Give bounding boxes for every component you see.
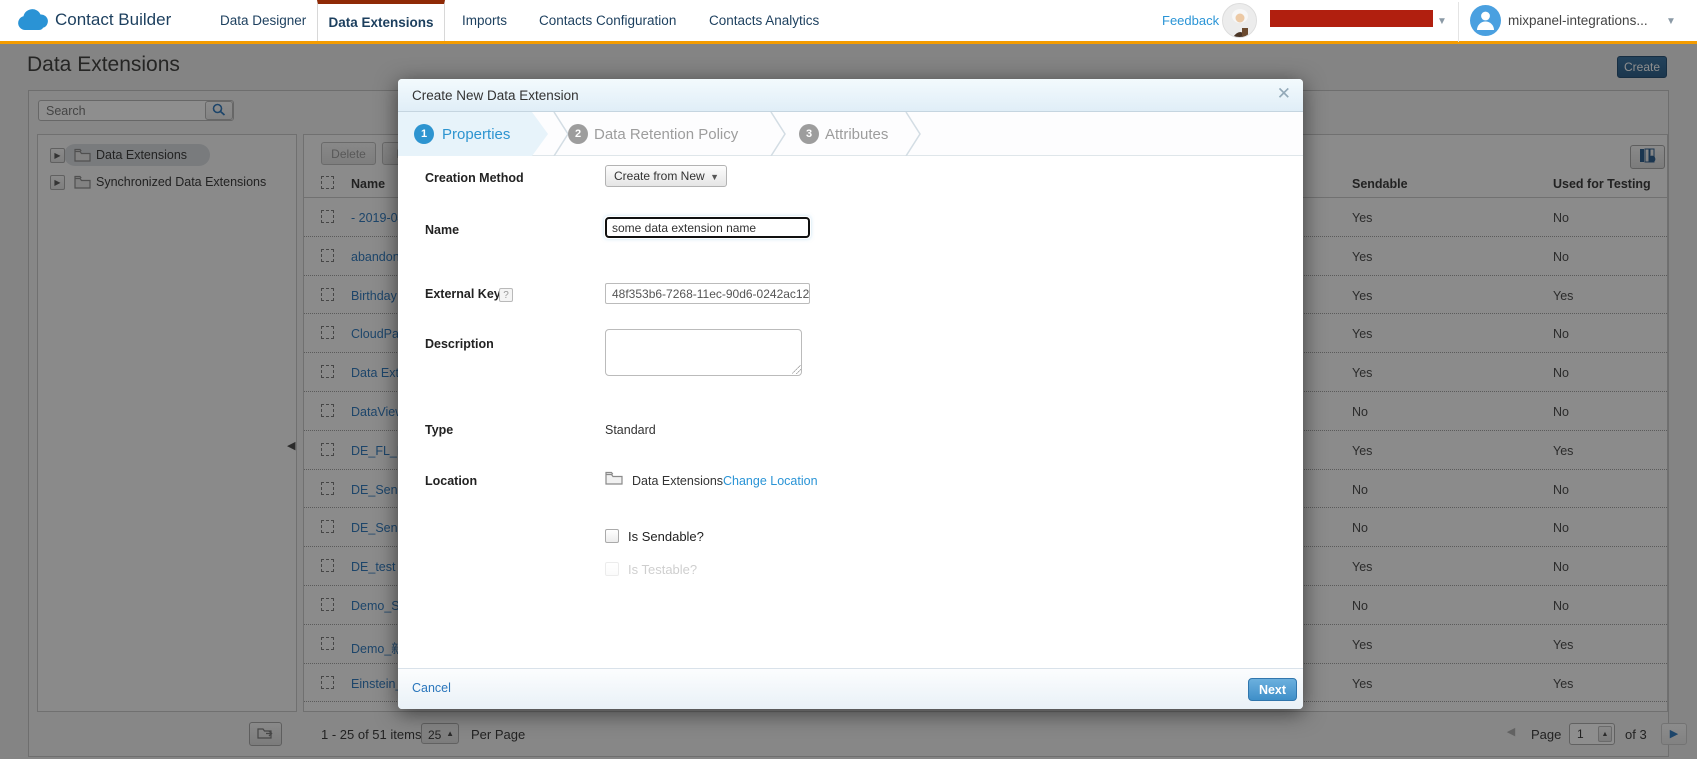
screen: Data Extensions Create ▶ Data Extensions… [0,0,1697,759]
folder-icon [605,471,623,490]
modal-title: Create New Data Extension [412,79,579,112]
app-title: Contact Builder [55,10,171,30]
next-button[interactable]: Next [1248,678,1297,701]
is-testable-label: Is Testable? [628,562,697,577]
is-testable-checkbox [605,562,619,576]
step-separator [770,112,787,156]
redacted-account-selector[interactable] [1270,10,1433,27]
tab-data-designer[interactable]: Data Designer [220,0,306,41]
type-label: Type [425,423,453,437]
cancel-link[interactable]: Cancel [412,681,451,695]
divider [1458,2,1459,42]
location-label: Location [425,474,477,488]
location-value: Data Extensions [632,474,723,488]
change-location-link[interactable]: Change Location [723,474,818,488]
caret-down-icon: ▼ [710,172,719,182]
description-textarea[interactable] [605,329,802,376]
step-separator [905,112,922,156]
step-number-badge: 2 [568,124,588,144]
creation-method-label: Creation Method [425,171,524,185]
cloud-logo-icon [15,9,51,38]
caret-down-icon[interactable]: ▼ [1666,16,1676,27]
feedback-link[interactable]: Feedback [1162,0,1219,41]
is-sendable-label: Is Sendable? [628,529,704,544]
name-input[interactable] [605,217,810,238]
top-navbar: Contact Builder Data Designer Data Exten… [0,0,1697,44]
name-label: Name [425,223,459,237]
tab-data-extensions[interactable]: Data Extensions [317,0,445,41]
tab-contacts-analytics[interactable]: Contacts Analytics [709,0,819,41]
einstein-avatar[interactable] [1222,3,1257,38]
external-key-input[interactable] [605,283,810,304]
type-value: Standard [605,423,656,437]
create-data-extension-modal: Create New Data Extension ✕ 1 Properties… [398,79,1303,709]
modal-header: Create New Data Extension ✕ [398,79,1303,112]
help-icon[interactable]: ? [499,288,513,302]
step-label: Attributes [825,126,888,143]
caret-down-icon[interactable]: ▼ [1437,16,1447,27]
step-number-badge: 1 [414,124,434,144]
creation-method-select[interactable]: Create from New ▼ [605,165,727,187]
tab-contacts-configuration[interactable]: Contacts Configuration [539,0,676,41]
external-key-label: External Key [425,287,501,301]
user-avatar-icon[interactable] [1470,5,1501,36]
close-icon[interactable]: ✕ [1277,84,1291,104]
account-name: mixpanel-integrations... [1508,0,1648,41]
is-sendable-checkbox[interactable] [605,529,619,543]
wizard-steps: 1 Properties 2 Data Retention Policy 3 A… [398,112,1303,156]
tab-imports[interactable]: Imports [462,0,507,41]
step-label: Data Retention Policy [594,126,738,143]
modal-footer: Cancel Next [398,668,1303,709]
step-label: Properties [442,126,510,143]
step-number-badge: 3 [799,124,819,144]
description-label: Description [425,337,494,351]
